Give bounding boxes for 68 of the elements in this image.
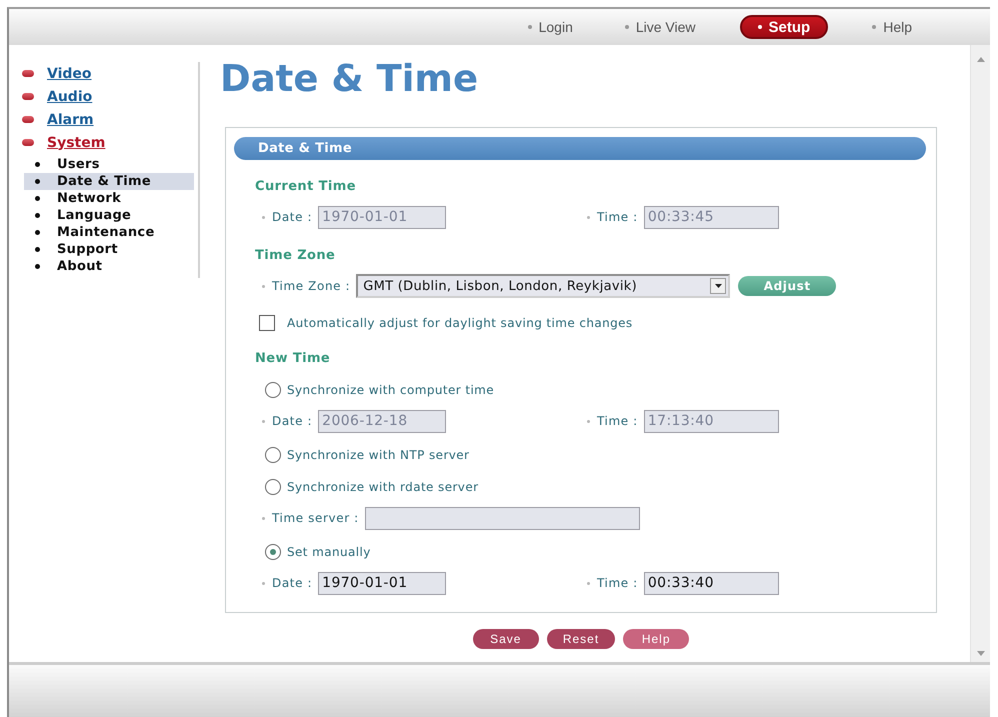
bullet-icon bbox=[758, 25, 762, 29]
sidebar-subitem[interactable]: Date & Time bbox=[24, 173, 194, 190]
bullet-icon bbox=[262, 420, 265, 422]
section-heading: Time Zone bbox=[255, 247, 336, 265]
field-label: Date : bbox=[272, 414, 312, 428]
field-label: Time : bbox=[597, 414, 638, 428]
radio-button[interactable] bbox=[265, 544, 281, 560]
bullet-icon bbox=[262, 582, 265, 584]
nav-link[interactable]: Setup bbox=[740, 15, 828, 39]
page-title: Date & Time bbox=[220, 58, 480, 100]
bullet-icon bbox=[262, 284, 265, 288]
section-heading: Current Time bbox=[255, 178, 357, 196]
panel-header-bar: Date & Time bbox=[234, 137, 926, 160]
sidebar-subitem[interactable]: Network bbox=[24, 190, 194, 207]
bullet-icon bbox=[35, 179, 40, 184]
pill-bullet-icon bbox=[22, 70, 34, 77]
field-label: Time server : bbox=[272, 511, 359, 525]
bullet-icon bbox=[587, 582, 590, 584]
radio-label: Synchronize with rdate server bbox=[287, 480, 478, 494]
bullet-icon bbox=[35, 230, 40, 235]
checkbox-label: Automatically adjust for daylight saving time changes bbox=[287, 316, 633, 330]
pill-bullet-icon bbox=[22, 93, 34, 100]
section-heading: New Time bbox=[255, 350, 332, 368]
field-label: Date : bbox=[272, 210, 312, 224]
bullet-icon bbox=[262, 216, 265, 218]
sidebar-subitem[interactable]: About bbox=[24, 258, 194, 275]
radio-button[interactable] bbox=[265, 447, 281, 463]
field-label: Time : bbox=[597, 576, 638, 590]
field-label: Date : bbox=[272, 576, 312, 590]
pill-bullet-icon bbox=[22, 139, 34, 146]
bullet-icon bbox=[587, 420, 590, 422]
sidebar-subitem[interactable]: Language bbox=[24, 207, 194, 224]
bullet-icon bbox=[35, 162, 40, 167]
sidebar-link[interactable]: System bbox=[20, 131, 198, 154]
form-button[interactable]: Save bbox=[472, 629, 539, 649]
input-field[interactable]: 1970-01-01 bbox=[318, 572, 446, 594]
input-field[interactable]: 00:33:40 bbox=[644, 572, 779, 594]
sidebar-subitem[interactable]: Maintenance bbox=[24, 224, 194, 241]
bullet-icon bbox=[624, 25, 629, 29]
bullet-icon bbox=[35, 196, 40, 201]
bullet-icon bbox=[35, 213, 40, 218]
sidebar-subitem[interactable]: Support bbox=[24, 241, 194, 258]
radio-label: Set manually bbox=[287, 545, 371, 559]
bullet-icon bbox=[872, 25, 876, 29]
sidebar-link[interactable]: Audio bbox=[20, 85, 198, 108]
sidebar-subitem[interactable]: Users bbox=[24, 156, 194, 173]
radio-label: Synchronize with computer time bbox=[287, 383, 494, 397]
field-label: Time : bbox=[597, 210, 638, 224]
nav-link[interactable]: Help bbox=[864, 15, 920, 39]
input-field[interactable] bbox=[364, 506, 640, 530]
bullet-icon bbox=[35, 264, 40, 269]
bullet-icon bbox=[528, 25, 532, 29]
time-zone-select[interactable]: GMT (Dublin, Lisbon, London, Reykjavik) bbox=[356, 274, 730, 298]
radio-button[interactable] bbox=[265, 479, 281, 495]
bullet-icon bbox=[262, 516, 265, 520]
radio-label: Synchronize with NTP server bbox=[287, 448, 470, 462]
form-button[interactable]: Help bbox=[623, 629, 690, 649]
checkbox[interactable] bbox=[259, 315, 275, 331]
form-button[interactable]: Reset bbox=[546, 629, 616, 649]
sidebar-link[interactable]: Video bbox=[20, 62, 198, 85]
field-label: Time Zone : bbox=[272, 279, 350, 293]
bullet-icon bbox=[35, 247, 40, 252]
bullet-icon bbox=[587, 216, 590, 218]
nav-link[interactable]: Login bbox=[520, 15, 581, 39]
nav-link[interactable]: Live View bbox=[616, 15, 704, 39]
radio-button[interactable] bbox=[265, 382, 281, 398]
sidebar-link[interactable]: Alarm bbox=[20, 108, 198, 131]
pill-bullet-icon bbox=[22, 116, 34, 123]
